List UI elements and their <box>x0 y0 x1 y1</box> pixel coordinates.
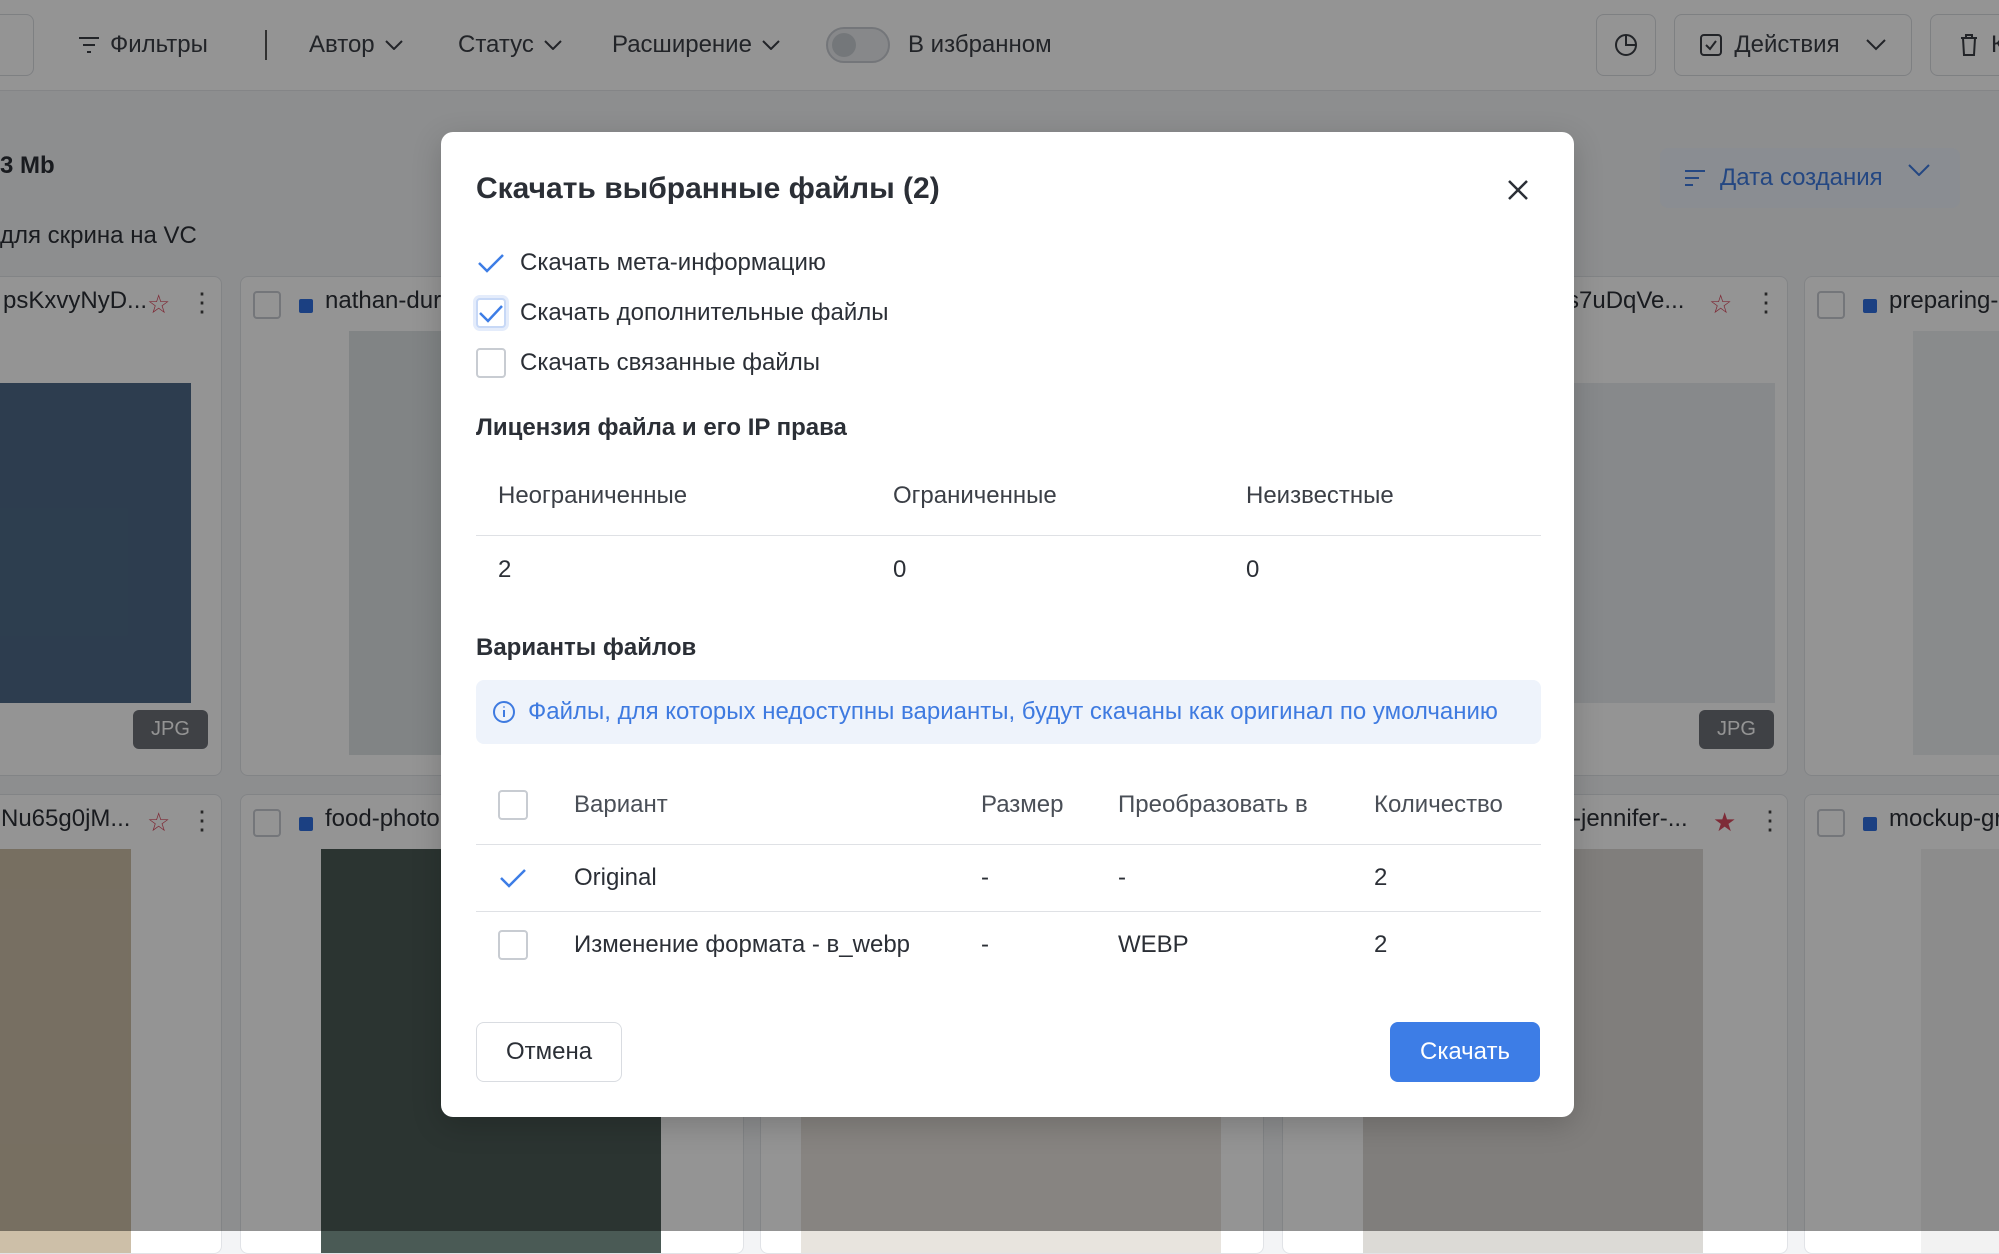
header-size: Размер <box>981 791 1064 818</box>
option-download-meta[interactable]: Скачать мета-информацию <box>476 248 826 278</box>
variant-checkbox[interactable] <box>498 930 528 960</box>
divider <box>476 844 1541 845</box>
checkmark-icon <box>479 305 503 323</box>
header-count: Количество <box>1374 791 1503 818</box>
variant-count: 2 <box>1374 864 1388 891</box>
info-icon <box>493 701 515 723</box>
header-convert: Преобразовать в <box>1118 791 1308 818</box>
variant-checkbox[interactable] <box>498 863 528 893</box>
close-icon[interactable] <box>1504 176 1532 204</box>
variant-count: 2 <box>1374 931 1388 958</box>
license-header-unknown: Неизвестные <box>1246 482 1394 509</box>
option-label: Скачать мета-информацию <box>520 249 826 276</box>
select-all-checkbox[interactable] <box>498 790 528 820</box>
option-download-related[interactable]: Скачать связанные файлы <box>476 348 820 378</box>
related-checkbox[interactable] <box>476 348 506 378</box>
divider <box>476 911 1541 912</box>
variants-header-row: Вариант Размер Преобразовать в Количеств… <box>476 773 1541 837</box>
variant-row-webp[interactable]: Изменение формата - в_webp - WEBP 2 <box>476 913 1541 977</box>
cancel-button[interactable]: Отмена <box>476 1022 622 1082</box>
download-button[interactable]: Скачать <box>1390 1022 1540 1082</box>
checkmark-icon <box>500 869 526 888</box>
option-download-extra[interactable]: Скачать дополнительные файлы <box>476 298 889 328</box>
license-value-unlimited: 2 <box>498 556 512 583</box>
extra-checkbox[interactable] <box>476 298 506 328</box>
variants-info-note: Файлы, для которых недоступны варианты, … <box>476 680 1541 744</box>
divider <box>476 535 1541 536</box>
license-header-limited: Ограниченные <box>893 482 1057 509</box>
option-label: Скачать дополнительные файлы <box>520 299 889 326</box>
variants-section-title: Варианты файлов <box>476 634 697 661</box>
variant-convert: - <box>1118 864 1126 891</box>
variant-convert: WEBP <box>1118 931 1189 958</box>
option-label: Скачать связанные файлы <box>520 349 821 376</box>
license-value-unknown: 0 <box>1246 556 1260 583</box>
variant-name: Original <box>574 864 657 891</box>
download-modal: Скачать выбранные файлы (2) Скачать мета… <box>441 132 1574 1117</box>
license-header-unlimited: Неограниченные <box>498 482 688 509</box>
variant-row-original[interactable]: Original - - 2 <box>476 846 1541 910</box>
checkmark-icon <box>478 254 504 273</box>
license-section-title: Лицензия файла и его IP права <box>476 414 847 441</box>
license-value-limited: 0 <box>893 556 907 583</box>
header-variant: Вариант <box>574 791 668 818</box>
modal-title: Скачать выбранные файлы (2) <box>476 172 940 205</box>
meta-checkbox[interactable] <box>476 248 506 278</box>
variant-name: Изменение формата - в_webp <box>574 931 911 958</box>
variant-size: - <box>981 931 989 958</box>
info-note-text: Файлы, для которых недоступны варианты, … <box>528 698 1498 725</box>
variant-size: - <box>981 864 989 891</box>
